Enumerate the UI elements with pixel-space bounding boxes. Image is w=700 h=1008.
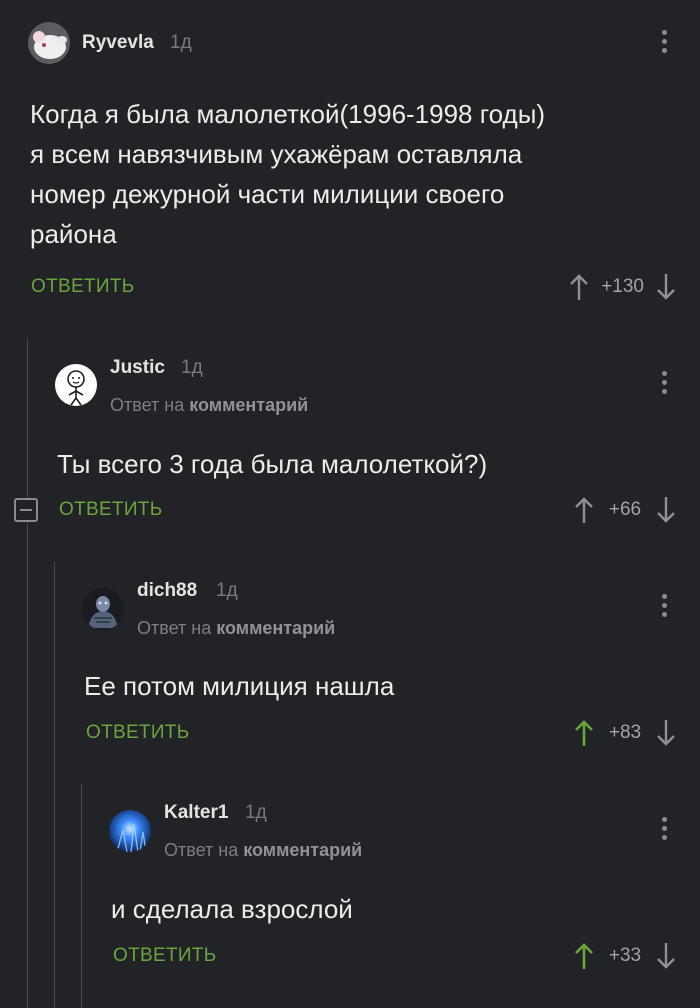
score-count: +66 [608,499,642,520]
author-name[interactable]: Ryvevla [82,32,154,54]
more-options-icon[interactable] [660,30,668,56]
thread-line-level-3 [81,784,82,1008]
score-count: +130 [601,276,644,297]
comment-time: 1д [181,357,203,378]
comment-time: 1д [245,802,267,823]
downvote-arrow-icon[interactable] [656,718,676,748]
vote-controls: +33 [574,941,676,971]
author-name[interactable]: Kalter1 [164,802,228,824]
collapse-thread-button[interactable] [14,498,38,522]
reply-button[interactable]: ОТВЕТИТЬ [59,499,162,521]
downvote-arrow-icon[interactable] [656,272,676,302]
reply-button[interactable]: ОТВЕТИТЬ [113,945,216,967]
author-name[interactable]: dich88 [137,580,197,602]
upvote-arrow-icon[interactable] [569,272,589,302]
comment-text: Ты всего 3 года была малолеткой?) [57,449,488,479]
comment-time: 1д [170,32,192,53]
reply-button[interactable]: ОТВЕТИТЬ [86,722,189,744]
vote-controls: +66 [574,495,676,525]
more-options-icon[interactable] [660,817,668,843]
comment-text: и сделала взрослой [111,894,353,924]
reply-to-note: Ответ на комментарий [137,618,336,638]
vote-controls: +130 [569,272,676,302]
author-name[interactable]: Justic [110,357,165,379]
reply-to-link[interactable]: комментарий [189,395,308,415]
more-options-icon[interactable] [660,594,668,620]
vote-controls: +83 [574,718,676,748]
stick-figure-avatar[interactable] [55,364,97,406]
comment-text: Когда я была малолеткой(1996-1998 годы) … [30,99,546,249]
thread-line-level-2 [54,562,55,1008]
reply-to-link[interactable]: комментарий [216,618,335,638]
reply-to-note: Ответ на комментарий [164,840,363,860]
thread-line-level-1 [27,338,28,1008]
downvote-arrow-icon[interactable] [656,495,676,525]
more-options-icon[interactable] [660,371,668,397]
upvote-arrow-icon[interactable] [574,718,594,748]
score-count: +83 [608,722,642,743]
dark-figure-avatar[interactable] [82,588,124,630]
score-count: +33 [608,945,642,966]
comment-time: 1д [216,580,238,601]
blue-glow-avatar[interactable] [109,810,151,852]
upvote-arrow-icon[interactable] [574,941,594,971]
downvote-arrow-icon[interactable] [656,941,676,971]
white-rat-avatar[interactable] [28,22,70,64]
reply-to-note: Ответ на комментарий [110,395,309,415]
upvote-arrow-icon[interactable] [574,495,594,525]
comment-text: Ее потом милиция нашла [84,671,395,701]
reply-button[interactable]: ОТВЕТИТЬ [31,276,134,298]
reply-to-link[interactable]: комментарий [243,840,362,860]
